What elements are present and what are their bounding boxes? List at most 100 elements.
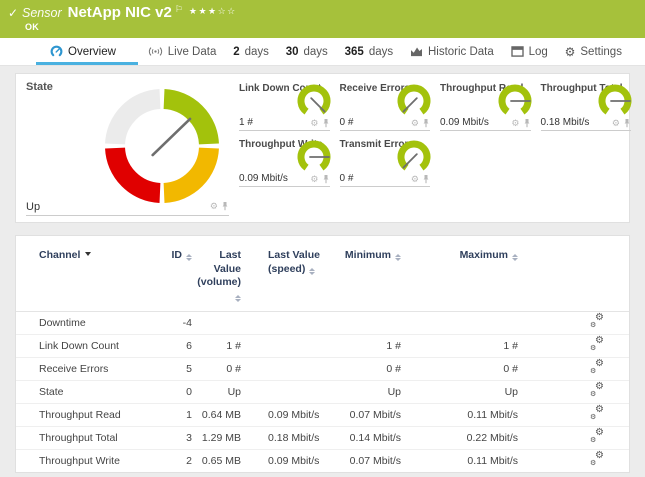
channel-cell: 0.14 Mbit/s bbox=[321, 426, 401, 449]
status-check-icon: ✓ bbox=[8, 6, 18, 20]
channel-settings-button[interactable]: ⚙⚙ bbox=[590, 384, 604, 397]
cell-value: Throughput Read bbox=[39, 409, 121, 421]
tab-label: days bbox=[245, 46, 269, 58]
channel-settings-button[interactable]: ⚙⚙ bbox=[590, 453, 604, 466]
channel-actions: ⚙⚙ bbox=[518, 449, 629, 472]
channel-actions: ⚙⚙ bbox=[518, 334, 629, 357]
channel-cell: 0.09 Mbit/s bbox=[241, 403, 321, 426]
mini-gauge bbox=[397, 140, 431, 174]
mini-gauge-transmit-errors: Transmit Errors0 #⚙ bbox=[340, 136, 431, 187]
channel-row-receive-errors: Receive Errors50 #0 #0 #⚙⚙ bbox=[16, 357, 629, 380]
pin-icon[interactable] bbox=[623, 118, 631, 128]
channel-row-transmit-errors: Transmit Errors40 #0 #0 #⚙⚙ bbox=[16, 472, 629, 473]
pin-icon[interactable] bbox=[322, 174, 330, 184]
column-sublabel: (speed) bbox=[268, 263, 305, 275]
segment-yellow bbox=[164, 148, 209, 193]
tab-settings[interactable]: ⚙Settings bbox=[558, 38, 629, 65]
cell-value: 0 # bbox=[226, 363, 241, 375]
column-header-maximum[interactable]: Maximum bbox=[401, 236, 518, 311]
gauge-icon bbox=[50, 45, 63, 58]
column-header-last-value-speed[interactable]: Last Value(speed) bbox=[241, 236, 321, 311]
channel-settings-button[interactable]: ⚙⚙ bbox=[590, 407, 604, 420]
tab-label: days bbox=[304, 46, 328, 58]
column-header-minimum[interactable]: Minimum bbox=[321, 236, 401, 311]
channel-cell: Up bbox=[192, 380, 241, 403]
mini-gauge-icons: ⚙ bbox=[511, 118, 530, 128]
channel-settings-button[interactable]: ⚙⚙ bbox=[590, 338, 604, 351]
channel-cell bbox=[401, 311, 518, 334]
column-header-channel[interactable]: Channel bbox=[16, 236, 166, 311]
channel-settings-button[interactable]: ⚙⚙ bbox=[590, 361, 604, 374]
channel-cell: -4 bbox=[166, 311, 192, 334]
channel-settings-button[interactable]: ⚙⚙ bbox=[590, 315, 604, 328]
channel-row-throughput-write: Throughput Write20.65 MB0.09 Mbit/s0.07 … bbox=[16, 449, 629, 472]
channels-panel: ChannelIDLast Value(volume)Last Value(sp… bbox=[15, 235, 630, 473]
mini-gauge-icons: ⚙ bbox=[411, 118, 430, 128]
gear-icon[interactable]: ⚙ bbox=[612, 119, 620, 128]
tab-365-days[interactable]: 365days bbox=[338, 38, 400, 65]
channel-actions: ⚙⚙ bbox=[518, 357, 629, 380]
cell-value: 0.07 Mbit/s bbox=[350, 409, 401, 421]
sort-icon bbox=[186, 254, 192, 261]
tab-historic-data[interactable]: Historic Data bbox=[403, 38, 501, 65]
tab-bar: OverviewLive Data2days30days365daysHisto… bbox=[0, 38, 645, 66]
gear-icon[interactable]: ⚙ bbox=[511, 119, 519, 128]
channel-cell: 0 # bbox=[321, 357, 401, 380]
sort-icon bbox=[235, 295, 241, 302]
cell-value: 0 bbox=[186, 386, 192, 398]
channel-cell: 0 # bbox=[401, 357, 518, 380]
gear-icon[interactable]: ⚙ bbox=[411, 175, 419, 184]
tab-number: 30 bbox=[286, 46, 299, 58]
channel-cell: 0.64 MB bbox=[192, 403, 241, 426]
mini-gauge bbox=[297, 140, 331, 174]
column-header-id[interactable]: ID bbox=[166, 236, 192, 311]
tab-2-days[interactable]: 2days bbox=[226, 38, 276, 65]
sensor-header: ✓ SensorNetApp NIC v2⚐★★★☆☆ OK bbox=[0, 0, 645, 38]
priority-flag-icon[interactable]: ⚐ bbox=[175, 4, 183, 14]
column-header-last-value-volume[interactable]: Last Value(volume) bbox=[192, 236, 241, 311]
channel-row-throughput-read: Throughput Read 10.64 MB0.09 Mbit/s 0.07 M… bbox=[16, 403, 629, 426]
channel-name: Receive Errors bbox=[16, 357, 166, 380]
mini-gauge-icons: ⚙ bbox=[310, 174, 329, 184]
channel-row-downtime: Downtime-4⚙⚙ bbox=[16, 311, 629, 334]
gear-icon[interactable]: ⚙ bbox=[411, 119, 419, 128]
cell-value: 0.18 Mbit/s bbox=[268, 432, 319, 444]
channel-name: Transmit Errors bbox=[16, 472, 166, 473]
tab-overview[interactable]: Overview bbox=[36, 38, 138, 65]
sort-icon bbox=[309, 268, 315, 275]
pin-icon[interactable] bbox=[523, 118, 531, 128]
gear-icon[interactable]: ⚙ bbox=[210, 202, 218, 211]
channel-cell: 0.07 Mbit/s bbox=[321, 403, 401, 426]
cell-value: Up bbox=[228, 386, 241, 398]
tab-live-data[interactable]: Live Data bbox=[141, 38, 224, 65]
pin-icon[interactable] bbox=[422, 118, 430, 128]
channels-table: ChannelIDLast Value(volume)Last Value(sp… bbox=[16, 236, 629, 473]
channel-cell: 1 # bbox=[192, 334, 241, 357]
channel-cell: 6 bbox=[166, 334, 192, 357]
state-footer-icons: ⚙ bbox=[210, 201, 229, 211]
channel-cell bbox=[241, 357, 321, 380]
tab-log[interactable]: Log bbox=[504, 38, 555, 65]
tab-number: 365 bbox=[345, 46, 364, 58]
priority-stars[interactable]: ★★★☆☆ bbox=[189, 6, 237, 16]
state-gauge-title: State bbox=[26, 81, 53, 93]
mini-gauge-value: 1 # bbox=[239, 117, 253, 128]
mini-gauge-value: 0.09 Mbit/s bbox=[440, 117, 489, 128]
mini-gauge-icons: ⚙ bbox=[612, 118, 631, 128]
channel-cell: 1 bbox=[166, 403, 192, 426]
channel-settings-button[interactable]: ⚙⚙ bbox=[590, 430, 604, 443]
tab-label: Log bbox=[529, 46, 548, 58]
pin-icon[interactable] bbox=[422, 174, 430, 184]
cell-value: 6 bbox=[186, 340, 192, 352]
gear-icon[interactable]: ⚙ bbox=[310, 119, 318, 128]
tab-30-days[interactable]: 30 days bbox=[279, 38, 335, 65]
channel-cell: Up bbox=[321, 380, 401, 403]
gear-icon[interactable]: ⚙ bbox=[310, 175, 318, 184]
column-label: Minimum bbox=[345, 249, 391, 261]
mini-gauge-value: 0 # bbox=[340, 117, 354, 128]
cell-value: Throughput Total bbox=[39, 432, 118, 444]
channel-cell bbox=[192, 311, 241, 334]
pin-icon[interactable] bbox=[221, 201, 229, 211]
live-data-icon bbox=[148, 46, 163, 57]
pin-icon[interactable] bbox=[322, 118, 330, 128]
